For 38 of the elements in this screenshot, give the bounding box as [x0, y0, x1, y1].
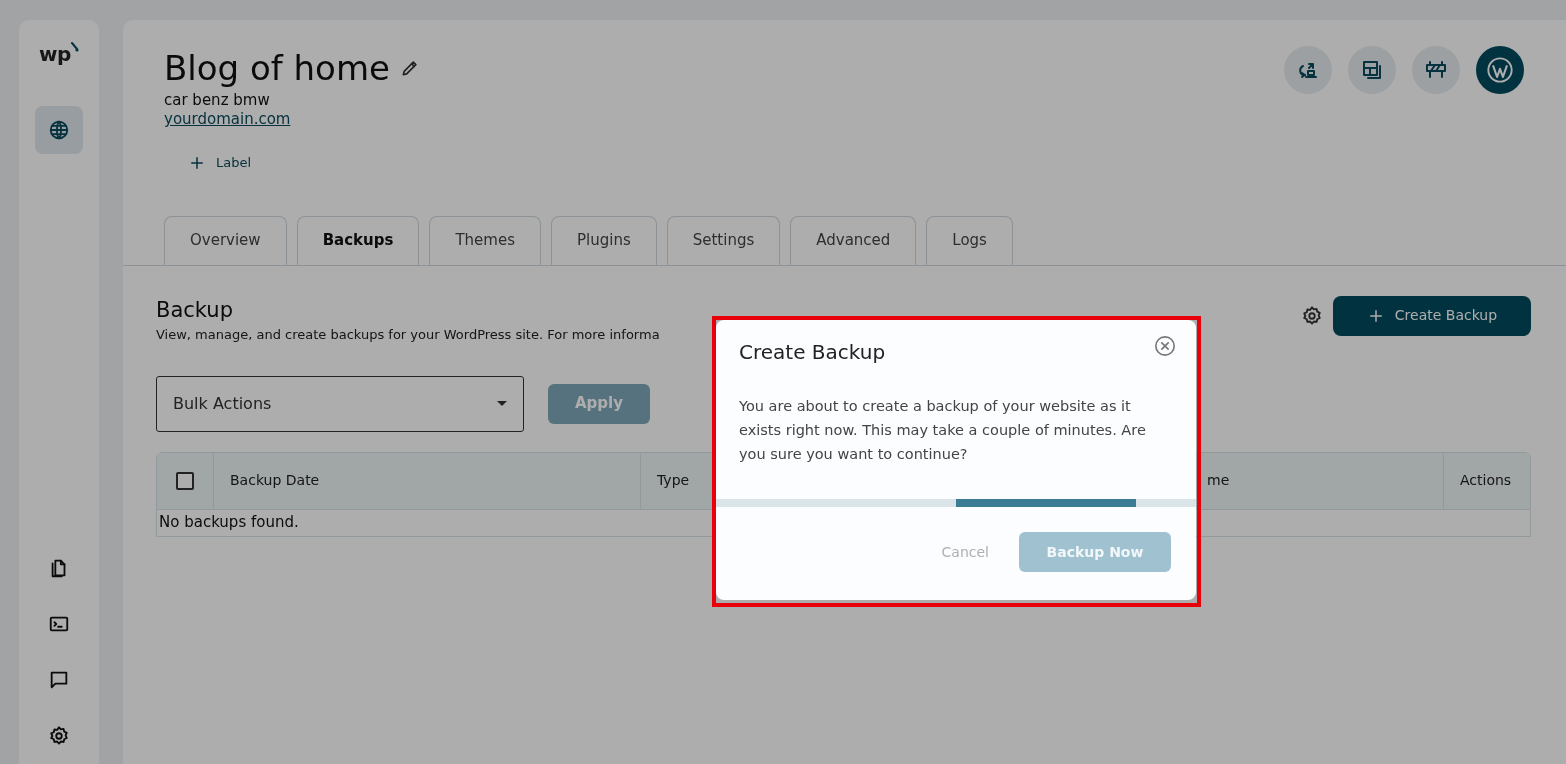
add-label-button[interactable]: Label	[188, 153, 252, 173]
domain-link[interactable]: yourdomain.com	[164, 109, 291, 129]
select-all-checkbox[interactable]	[176, 471, 194, 490]
tab[interactable]: Themes	[429, 215, 541, 265]
section-description: View, manage, and create backups for your WordPress site. For more informa	[156, 325, 660, 344]
close-icon[interactable]	[1154, 335, 1176, 357]
logo-mark-icon	[70, 42, 79, 52]
tab[interactable]: Advanced	[790, 215, 917, 265]
tab[interactable]: Logs	[926, 215, 1013, 265]
settings-icon	[48, 725, 70, 747]
chat-icon	[48, 669, 70, 691]
site-description: car benz bmw	[164, 91, 271, 109]
migrate-button[interactable]	[1284, 46, 1332, 94]
wordpress-button[interactable]	[1476, 46, 1524, 94]
layout-button[interactable]	[1348, 46, 1396, 94]
site-title: Blog of home	[164, 47, 390, 90]
dialog-message: You are about to create a backup of your website as it exists right now. This may take a couple of minutes. Are you sure you want to continue?	[739, 397, 1147, 464]
settings-icon[interactable]	[1301, 304, 1323, 327]
globe-icon	[48, 119, 70, 141]
section-title: Backup	[156, 296, 234, 324]
column-header: Type	[657, 471, 690, 490]
bulk-actions-select[interactable]: Bulk Actions	[156, 375, 524, 432]
column-header: Backup Date	[230, 471, 320, 490]
logo-text: wp	[39, 44, 71, 64]
sidebar-button[interactable]	[35, 106, 83, 154]
create-backup-button[interactable]: Create Backup	[1333, 295, 1531, 336]
maintenance-button[interactable]	[1412, 46, 1460, 94]
tab[interactable]: Settings	[666, 215, 781, 265]
dropdown-arrow-icon	[497, 401, 507, 406]
empty-message: No backups found.	[159, 512, 299, 534]
column-header: me	[1207, 471, 1230, 490]
layout-icon	[1360, 58, 1384, 82]
dialog-title: Create Backup	[739, 339, 886, 366]
tab[interactable]: Backups	[296, 215, 420, 265]
tab[interactable]: Plugins	[550, 215, 657, 265]
wordpress-icon	[1486, 56, 1514, 84]
tab[interactable]: Overview	[164, 215, 287, 265]
column-header: Actions	[1460, 471, 1512, 490]
